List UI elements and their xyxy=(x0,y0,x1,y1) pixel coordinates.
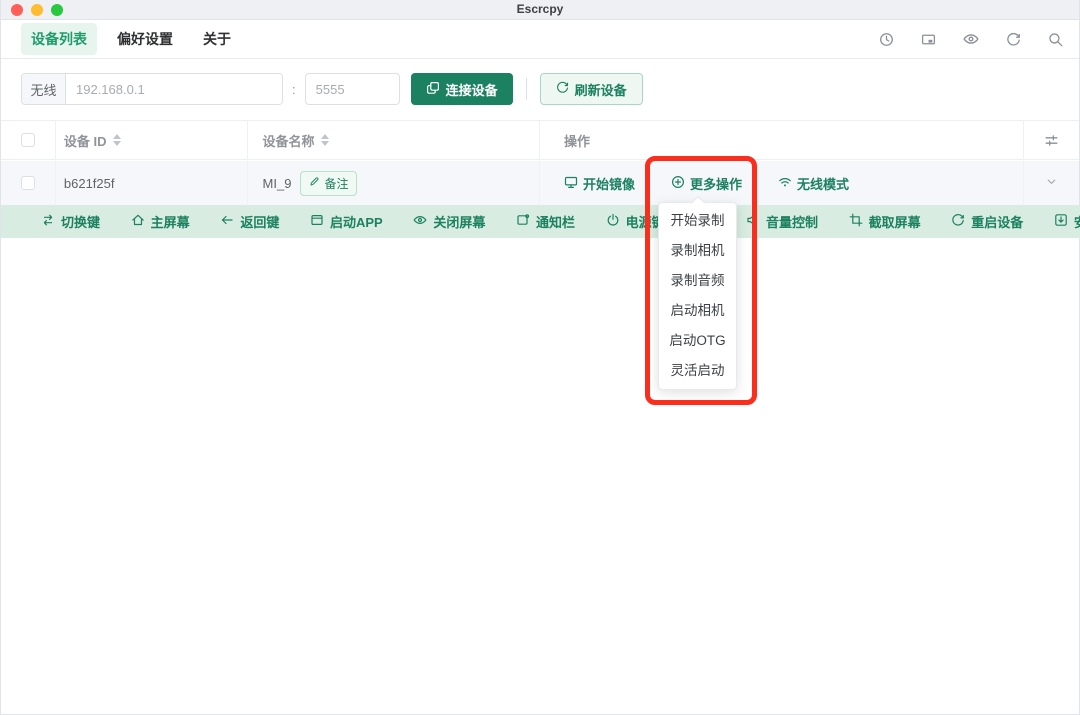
table-header: 设备 ID 设备名称 操作 xyxy=(1,120,1079,160)
eye-icon[interactable] xyxy=(963,31,979,47)
install-icon xyxy=(1054,213,1068,230)
connect-device-button[interactable]: 连接设备 xyxy=(411,73,513,105)
volume-icon xyxy=(746,213,760,230)
titlebar: Escrcpy xyxy=(1,0,1079,20)
divider xyxy=(526,78,527,100)
ip-address-input[interactable] xyxy=(66,74,282,104)
tab-about[interactable]: 关于 xyxy=(193,23,241,55)
home-screen-button[interactable]: 主屏幕 xyxy=(131,212,190,231)
arrow-left-icon xyxy=(220,213,234,230)
expand-row-button[interactable] xyxy=(1024,161,1079,205)
wireless-mode-button[interactable]: 无线模式 xyxy=(778,174,849,193)
select-all-checkbox[interactable] xyxy=(21,133,35,147)
refresh-icon xyxy=(556,81,569,97)
menu-item-record-audio[interactable]: 录制音频 xyxy=(659,266,736,296)
device-name-cell: MI_9 备注 xyxy=(248,161,540,205)
menu-item-launch-otg[interactable]: 启动OTG xyxy=(659,326,736,356)
device-name: MI_9 xyxy=(263,176,292,191)
header-actions: 操作 xyxy=(540,121,1024,159)
plus-circle-icon xyxy=(671,175,685,192)
crop-icon xyxy=(849,213,863,230)
tab-preferences[interactable]: 偏好设置 xyxy=(107,23,183,55)
restart-icon xyxy=(951,213,965,230)
row-actions-cell: 开始镜像 更多操作 无线模式 xyxy=(540,161,1024,205)
pencil-icon xyxy=(309,176,320,190)
ip-port-separator: : xyxy=(292,82,296,97)
menu-item-launch-camera[interactable]: 启动相机 xyxy=(659,296,736,326)
header-device-name[interactable]: 设备名称 xyxy=(248,121,540,159)
volume-control-button[interactable]: 音量控制 xyxy=(746,212,818,231)
table-row: b621f25f MI_9 备注 开始镜像 xyxy=(1,161,1079,205)
close-screen-button[interactable]: 关闭屏幕 xyxy=(413,212,485,231)
notification-icon xyxy=(516,213,530,230)
switch-keys-button[interactable]: 切换键 xyxy=(41,212,100,231)
app-window: Escrcpy 设备列表 偏好设置 关于 无线 xyxy=(0,0,1080,715)
row-checkbox[interactable] xyxy=(21,176,35,190)
more-actions-dropdown: 开始录制 录制相机 录制音频 启动相机 启动OTG 灵活启动 xyxy=(658,202,737,390)
reload-icon[interactable] xyxy=(1006,32,1021,47)
search-icon[interactable] xyxy=(1048,32,1063,47)
wifi-icon xyxy=(778,175,792,192)
refresh-devices-button[interactable]: 刷新设备 xyxy=(540,73,643,105)
power-icon xyxy=(606,213,620,230)
notification-bar-button[interactable]: 通知栏 xyxy=(516,212,575,231)
floating-window-icon[interactable] xyxy=(921,32,936,47)
port-input[interactable] xyxy=(305,73,400,105)
monitor-icon xyxy=(564,175,578,192)
menu-item-start-recording[interactable]: 开始录制 xyxy=(659,206,736,236)
restart-device-button[interactable]: 重启设备 xyxy=(951,212,1023,231)
tab-bar: 设备列表 偏好设置 关于 xyxy=(1,20,1079,59)
device-id-cell: b621f25f xyxy=(56,161,248,205)
start-mirror-button[interactable]: 开始镜像 xyxy=(564,174,635,193)
back-key-button[interactable]: 返回键 xyxy=(220,212,279,231)
menu-item-flexible-launch[interactable]: 灵活启动 xyxy=(659,356,736,386)
tab-device-list[interactable]: 设备列表 xyxy=(21,23,97,55)
home-icon xyxy=(131,213,145,230)
column-settings-icon[interactable] xyxy=(1024,121,1079,159)
power-key-button[interactable]: 电源键 xyxy=(606,212,665,231)
ip-input-group: 无线 xyxy=(21,73,283,105)
header-device-id[interactable]: 设备 ID xyxy=(56,121,248,159)
connect-icon xyxy=(426,81,440,98)
sort-icon[interactable] xyxy=(113,134,121,146)
window-title: Escrcpy xyxy=(1,2,1079,16)
device-toolbar: 切换键 主屏幕 返回键 启动APP 关闭屏幕 通知栏 xyxy=(1,205,1080,238)
edit-note-button[interactable]: 备注 xyxy=(300,171,357,196)
screenshot-button[interactable]: 截取屏幕 xyxy=(849,212,921,231)
menu-item-record-camera[interactable]: 录制相机 xyxy=(659,236,736,266)
history-clock-icon[interactable] xyxy=(879,32,894,47)
connection-bar: 无线 : 连接设备 刷新设备 xyxy=(21,73,643,105)
sort-icon[interactable] xyxy=(321,134,329,146)
switch-icon xyxy=(41,213,55,230)
install-app-button[interactable]: 安 xyxy=(1054,212,1080,231)
more-actions-button[interactable]: 更多操作 xyxy=(671,174,742,193)
launch-app-button[interactable]: 启动APP xyxy=(310,212,383,231)
app-window-icon xyxy=(310,213,324,230)
chevron-down-icon xyxy=(1045,175,1058,191)
eye-off-icon xyxy=(413,213,427,230)
wireless-mode-label: 无线 xyxy=(22,74,66,104)
